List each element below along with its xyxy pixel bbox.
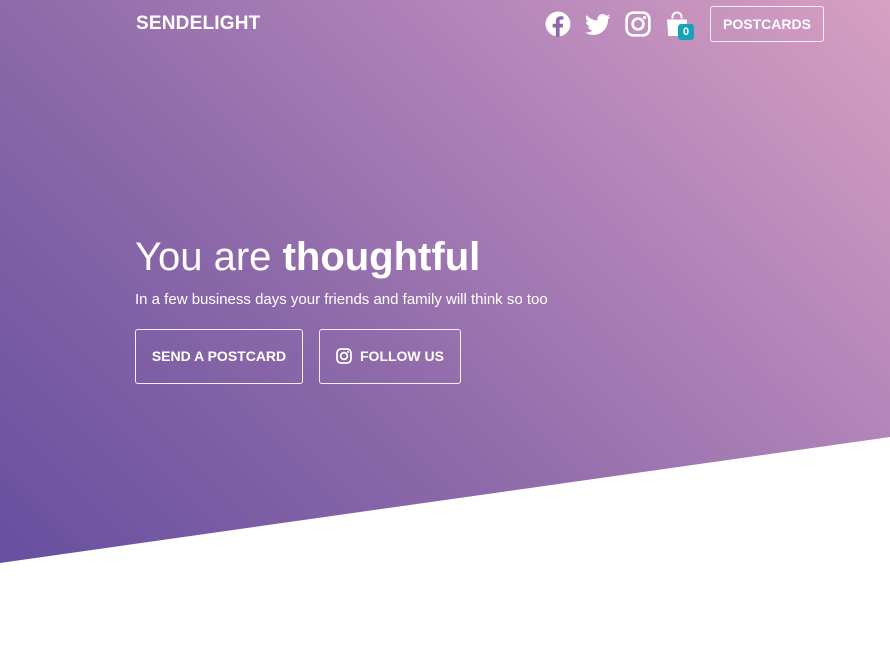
hero-headline: You are thoughtful bbox=[135, 232, 480, 282]
instagram-icon bbox=[336, 348, 352, 364]
instagram-icon[interactable] bbox=[625, 11, 651, 37]
landing-page: SENDELIGHT 0 POSTCARDS You are thoughtfu… bbox=[0, 0, 890, 672]
send-postcard-button[interactable]: SEND A POSTCARD bbox=[135, 329, 303, 384]
headline-emphasis: thoughtful bbox=[282, 235, 481, 279]
follow-us-button[interactable]: FOLLOW US bbox=[319, 329, 461, 384]
headline-prefix: You are bbox=[135, 235, 272, 279]
follow-us-label: FOLLOW US bbox=[360, 348, 444, 364]
cart-count-badge: 0 bbox=[678, 24, 694, 40]
postcards-button[interactable]: POSTCARDS bbox=[710, 6, 824, 42]
facebook-icon[interactable] bbox=[545, 11, 571, 37]
brand-logo[interactable]: SENDELIGHT bbox=[136, 13, 260, 35]
twitter-icon[interactable] bbox=[585, 11, 611, 37]
hero-subtitle: In a few business days your friends and … bbox=[135, 291, 548, 308]
shopping-cart-button[interactable]: 0 bbox=[665, 11, 695, 43]
top-navbar: SENDELIGHT 0 POSTCARDS bbox=[0, 0, 890, 48]
